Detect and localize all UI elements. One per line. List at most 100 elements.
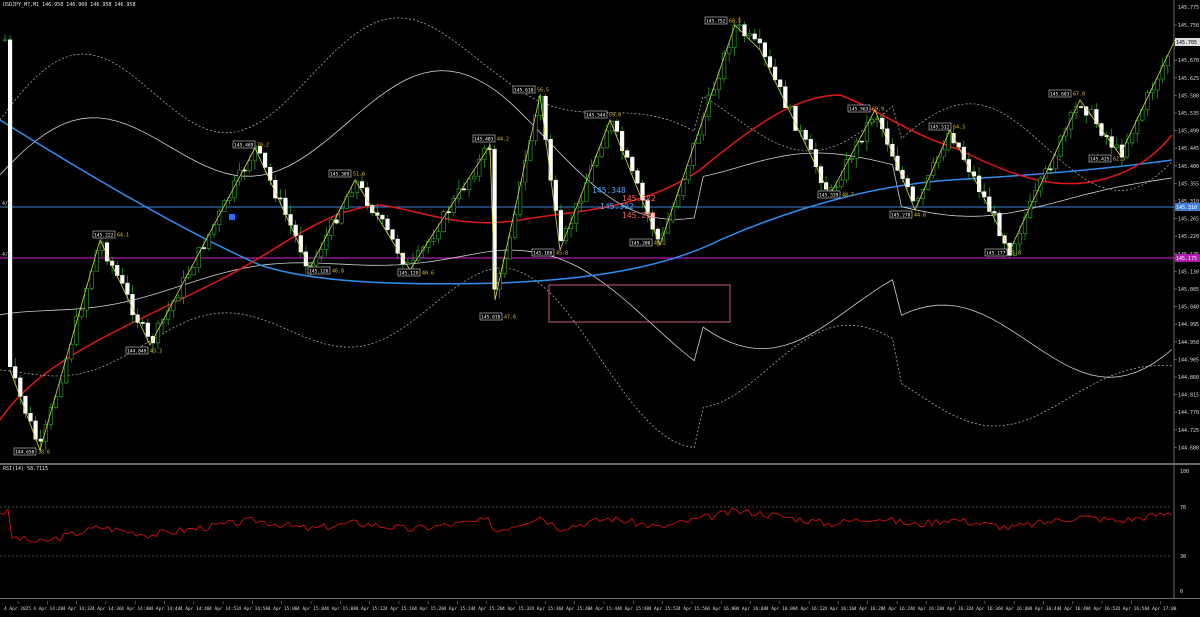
pivot-price-label: 145.129: [399, 271, 419, 277]
pivot-percent-label: 40.6: [422, 271, 434, 277]
time-axis: 4 Apr 2025 4 Apr 14:28 4 Apr 14:32 4 Apr 14…: [0, 598, 1200, 612]
candle-body: [28, 412, 33, 422]
candle-body: [426, 240, 431, 248]
lower-band-line: [0, 249, 1173, 378]
candle-body: [1124, 142, 1130, 158]
lower-dotted-band: [0, 267, 1173, 448]
candle-body: [451, 198, 456, 213]
pivot-percent-label: 59.0: [609, 113, 621, 119]
price-axis-label: 144.680: [1178, 445, 1199, 451]
time-axis-label: 4 Apr 16:36: [971, 606, 1001, 612]
candle-body: [212, 224, 217, 235]
time-axis-label: 4 Apr 15:20: [414, 606, 444, 612]
candle-body: [441, 211, 446, 233]
time-axis-label: 4 Apr 15:04: [297, 606, 327, 612]
candle-body: [390, 229, 395, 240]
pivot-price-label: 145.278: [891, 213, 911, 219]
candle-body: [1017, 233, 1022, 245]
candle-body: [803, 129, 808, 140]
price-axis-label: 145.580: [1178, 93, 1199, 99]
candle-body: [992, 211, 997, 214]
candle-body: [905, 178, 910, 188]
price-axis-label: 144.995: [1178, 322, 1199, 328]
pivot-percent-label: 47.6: [504, 315, 516, 321]
pivot-percent-label: 43.3: [150, 349, 162, 355]
pivot-label: 145.483 44.2: [472, 134, 509, 143]
pivot-percent-label: 35.8: [1009, 251, 1021, 257]
time-axis-label: 4 Apr 15:16: [385, 606, 415, 612]
candle-body: [778, 79, 783, 88]
candle-body: [625, 150, 630, 158]
rsi-line: [0, 507, 1173, 543]
time-axis-label: 4 Apr 15:44: [590, 606, 620, 612]
time-axis-label: 4 Apr 16:20: [854, 606, 884, 612]
candle-body: [145, 322, 150, 337]
pivot-price-label: 145.222: [94, 233, 114, 239]
price-axis-label: 144.950: [1178, 340, 1199, 346]
pivot-price-label: 145.469: [234, 143, 254, 149]
pivot-label: 145.389 51.6: [328, 169, 365, 178]
candle-body: [614, 120, 620, 132]
candle-body: [1114, 144, 1119, 148]
time-axis-label: 4 Apr 15:12: [356, 606, 386, 612]
fib-level-label: 145.302: [600, 202, 634, 211]
candle-body: [533, 115, 538, 142]
time-axis-label: 4 Apr 2025: [4, 606, 31, 612]
time-axis-label: 4 Apr 15:08: [326, 606, 356, 612]
pivot-label: 145.563 69.9: [847, 104, 884, 113]
price-axis-label: 145.670: [1178, 58, 1199, 64]
time-axis-label: 4 Apr 14:56: [238, 606, 268, 612]
pivot-price-label: 145.603: [1050, 92, 1070, 98]
candle-body: [334, 219, 339, 224]
price-axis-label: 145.220: [1178, 234, 1199, 240]
pivot-price-label: 144.849: [127, 349, 147, 355]
candle-body: [941, 149, 946, 158]
time-axis-label: 4 Apr 15:00: [268, 606, 298, 612]
candle-body: [1130, 132, 1135, 144]
candle-body: [834, 186, 839, 189]
pivot-price-label: 145.018: [481, 315, 501, 321]
pivot-label: 145.469 70.2: [232, 140, 269, 149]
candle-body: [686, 164, 691, 181]
candle-body: [869, 119, 875, 124]
chart-title: USDJPY_M7,M1 146.958 146.960 146.958 146…: [3, 2, 136, 8]
pivot-percent-label: 64.1: [117, 233, 129, 239]
time-axis-label: 4 Apr 16:28: [912, 606, 942, 612]
candle-body: [262, 152, 268, 168]
candle-body: [13, 366, 18, 379]
candle-body: [635, 170, 640, 184]
pivot-label: 145.512 64.3: [928, 122, 965, 131]
pivot-price-label: 145.180: [533, 251, 553, 257]
time-axis-svg: 4 Apr 2025 4 Apr 14:28 4 Apr 14:32 4 Apr 14…: [4, 601, 1177, 612]
candle-body: [813, 149, 818, 167]
rsi-panel[interactable]: 100 70 30 0: [0, 465, 1200, 598]
candle-body: [359, 181, 365, 189]
pivot-percent-label: 46.8: [332, 269, 344, 275]
time-axis-label: 4 Apr 15:36: [531, 606, 561, 612]
time-axis-label: 4 Apr 15:40: [561, 606, 591, 612]
candle-body: [171, 300, 176, 311]
candle-body: [676, 195, 681, 207]
candle-body: [976, 175, 982, 193]
candle-body: [599, 147, 604, 157]
pivot-price-label: 145.512: [930, 125, 950, 131]
price-axis-label: 144.860: [1178, 375, 1199, 381]
candle-body: [2, 39, 8, 42]
main-price-chart[interactable]: 144.650 38.6 145.222 64.1 144.849 43.3 145.469…: [0, 0, 1200, 469]
blue-line-left-label: 4/4: [2, 201, 11, 207]
candle-body: [747, 33, 752, 37]
candle-body: [507, 236, 513, 260]
pivot-percent-label: 64.3: [953, 125, 965, 131]
pivot-price-label: 145.610: [514, 88, 534, 94]
rsi-axis-label: 100: [1180, 469, 1189, 475]
candle-body: [788, 105, 793, 108]
pivot-percent-label: 67.0: [1073, 92, 1085, 98]
candle-body: [431, 238, 436, 242]
candle-body: [278, 197, 283, 200]
rsi-axis-label: 70: [1180, 505, 1186, 511]
time-axis-label: 4 Apr 14:28: [33, 606, 63, 612]
time-axis-label: 4 Apr 15:48: [619, 606, 649, 612]
candle-body: [839, 179, 844, 188]
time-axis-label: 4 Apr 15:28: [473, 606, 503, 612]
candle-body: [1079, 106, 1084, 108]
